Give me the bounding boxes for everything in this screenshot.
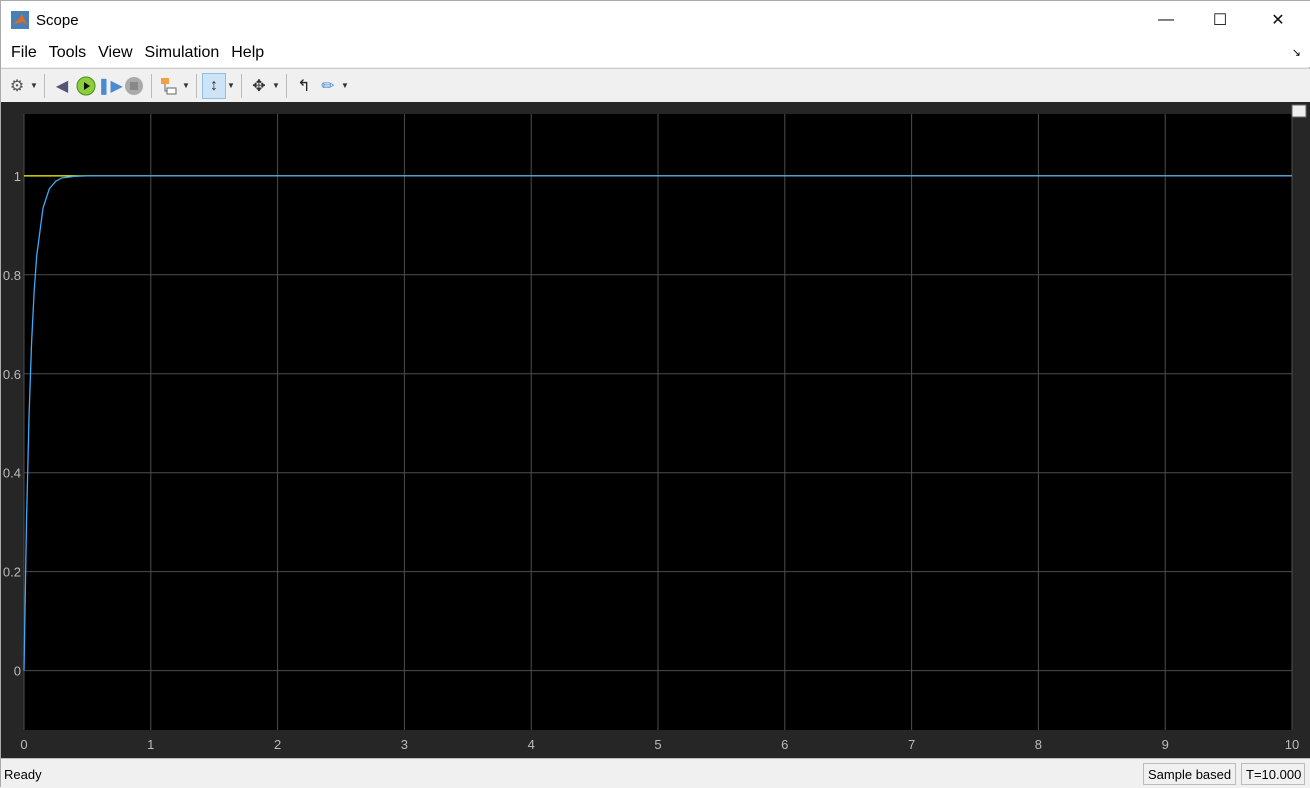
triggers-icon: ↰: [297, 77, 311, 95]
x-tick-label: 10: [1285, 737, 1299, 752]
sim-time: T=10.000: [1241, 763, 1305, 785]
stop-icon: [125, 76, 143, 95]
x-tick-label: 7: [908, 737, 915, 752]
x-tick-label: 5: [654, 737, 661, 752]
status-bar: Ready Sample based T=10.000: [1, 758, 1310, 788]
toolbar: ⚙ ▼ ◀ ❚▶ ▼ ↕ ▼ ✥ ▼ ↰ ✏ ▼: [1, 68, 1310, 102]
y-tick-label: 0.2: [3, 565, 21, 580]
triggers-button[interactable]: ↰: [292, 73, 316, 99]
zoom-y-icon: ↕: [210, 76, 218, 94]
x-tick-label: 1: [147, 737, 154, 752]
x-tick-label: 9: [1162, 737, 1169, 752]
zoom-dropdown[interactable]: ▼: [226, 81, 236, 90]
y-tick-label: 0.8: [3, 268, 21, 283]
fit-dropdown[interactable]: ▼: [271, 81, 281, 90]
x-tick-label: 0: [20, 737, 27, 752]
stop-button[interactable]: [122, 73, 146, 99]
menu-tools[interactable]: Tools: [43, 44, 92, 62]
scope-display: 0 1 2 3 4 5 6 7 8 9 10 0 0.2 0.4 0.6 0.8 1: [1, 102, 1310, 758]
title-bar: Scope — ☐ ✕: [1, 1, 1310, 39]
x-tick-label: 6: [781, 737, 788, 752]
x-tick-label: 8: [1035, 737, 1042, 752]
highlight-dropdown[interactable]: ▼: [181, 81, 191, 90]
x-tick-label: 3: [401, 737, 408, 752]
x-tick-label: 2: [274, 737, 281, 752]
menu-bar: File Tools View Simulation Help: [1, 39, 1310, 67]
menu-help[interactable]: Help: [225, 44, 270, 62]
run-button[interactable]: [74, 73, 98, 99]
measurements-icon: ✏: [321, 77, 335, 95]
step-back-icon: ◀: [55, 77, 69, 95]
window-title: Scope: [36, 11, 79, 29]
close-icon: ✕: [1271, 12, 1285, 29]
separator: [151, 73, 152, 98]
y-tick-label: 0.4: [3, 466, 21, 481]
separator: [196, 73, 197, 98]
undock-icon[interactable]: ↘: [1292, 46, 1301, 59]
separator: [44, 73, 45, 98]
sample-mode: Sample based: [1143, 763, 1237, 785]
menu-view[interactable]: View: [92, 44, 138, 62]
autoscale-button[interactable]: [1291, 104, 1307, 118]
zoom-y-button[interactable]: ↕: [202, 72, 226, 99]
y-tick-label: 0.6: [3, 367, 21, 382]
measurements-button[interactable]: ✏: [316, 73, 340, 99]
minimize-button[interactable]: —: [1139, 1, 1193, 39]
highlight-block-button[interactable]: [157, 73, 181, 99]
y-tick-label: 1: [14, 169, 21, 184]
matlab-logo-icon: [11, 11, 29, 29]
x-tick-label: 4: [528, 737, 535, 752]
settings-icon: ⚙: [9, 77, 25, 95]
separator: [241, 73, 242, 98]
close-button[interactable]: ✕: [1251, 1, 1305, 39]
status-text: Ready: [4, 767, 42, 782]
highlight-block-icon: [161, 77, 177, 94]
menu-simulation[interactable]: Simulation: [139, 44, 226, 62]
step-forward-icon: ❚▶: [97, 77, 123, 95]
separator: [286, 73, 287, 98]
menu-file[interactable]: File: [5, 44, 43, 62]
fit-to-view-button[interactable]: ✥: [247, 73, 271, 99]
settings-button[interactable]: ⚙: [5, 73, 29, 99]
measurements-dropdown[interactable]: ▼: [340, 81, 350, 90]
maximize-icon: ☐: [1212, 12, 1228, 29]
fit-to-view-icon: ✥: [252, 77, 266, 95]
run-icon: [76, 76, 96, 95]
settings-dropdown[interactable]: ▼: [29, 81, 39, 90]
maximize-button[interactable]: ☐: [1193, 1, 1247, 39]
minimize-icon: —: [1158, 11, 1174, 28]
y-tick-label: 0: [14, 664, 21, 679]
step-back-button[interactable]: ◀: [50, 73, 74, 99]
scope-plot[interactable]: 0 1 2 3 4 5 6 7 8 9 10 0 0.2 0.4 0.6 0.8 1: [1, 102, 1310, 758]
step-forward-button[interactable]: ❚▶: [97, 73, 123, 99]
